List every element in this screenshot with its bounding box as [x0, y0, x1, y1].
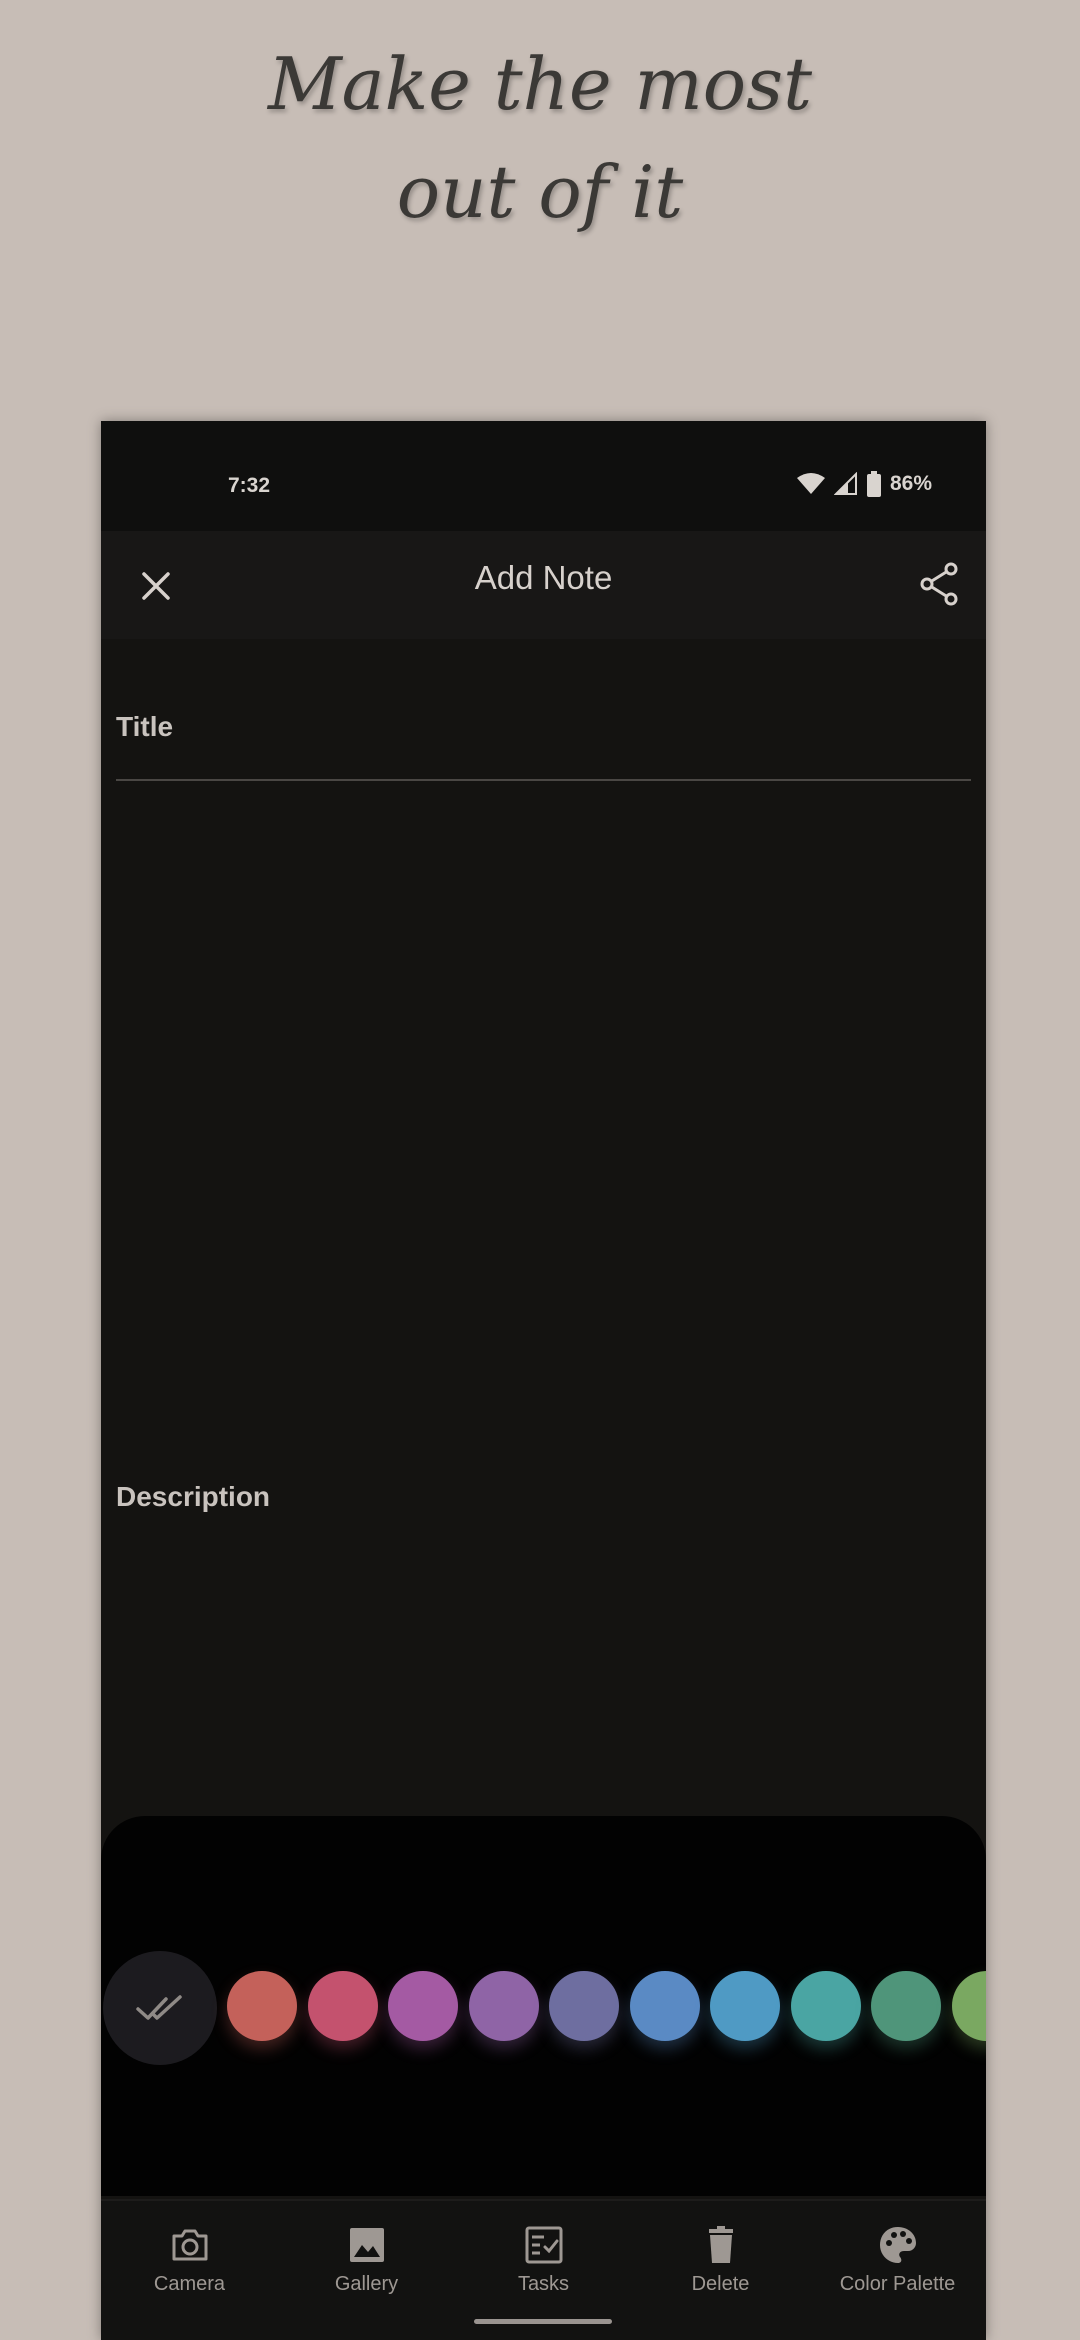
nav-gallery[interactable]: Gallery	[278, 2201, 455, 2321]
battery-percent: 86%	[889, 472, 932, 495]
color-swatch[interactable]	[227, 1971, 297, 2041]
status-icons: 86%	[796, 471, 932, 497]
gallery-icon	[349, 2228, 384, 2262]
color-swatch[interactable]	[468, 1971, 539, 2041]
app-bar: Add Note	[101, 531, 986, 639]
nav-camera[interactable]: Camera	[101, 2201, 278, 2321]
wifi-icon	[796, 473, 825, 494]
camera-icon	[172, 2229, 207, 2261]
nav-tasks[interactable]: Tasks	[455, 2201, 632, 2321]
signal-icon	[833, 472, 857, 495]
nav-tasks-label: Tasks	[517, 2273, 570, 2295]
description-field	[116, 1481, 971, 1541]
color-swatch[interactable]	[388, 1971, 458, 2041]
page-title: Add Note	[474, 559, 613, 596]
share-icon	[920, 562, 958, 606]
palette-icon	[879, 2227, 916, 2263]
phone-screen: 7:32 86% Add Note Title Description Came…	[101, 421, 986, 2340]
description-input[interactable]	[116, 1481, 971, 1513]
color-swatch[interactable]	[629, 1971, 700, 2041]
color-swatch[interactable]	[549, 1971, 619, 2041]
nav-color-palette-label: Color Palette	[839, 2273, 956, 2295]
color-swatch[interactable]	[710, 1971, 780, 2041]
color-swatch[interactable]	[790, 1971, 861, 2041]
home-indicator[interactable]	[474, 2319, 612, 2324]
title-input[interactable]	[116, 711, 971, 743]
promo-headline: Make the most out of it	[0, 30, 1080, 246]
status-time: 7:32	[228, 474, 271, 497]
color-swatch[interactable]	[307, 1971, 378, 2041]
nav-color-palette[interactable]: Color Palette	[809, 2201, 986, 2321]
nav-delete-label: Delete	[691, 2273, 750, 2295]
tasks-icon	[525, 2226, 562, 2264]
double-check-icon	[136, 1995, 182, 2020]
battery-icon	[866, 471, 881, 497]
status-bar: 7:32 86%	[101, 421, 986, 531]
title-field	[116, 689, 971, 781]
color-swatch[interactable]	[871, 1971, 941, 2041]
promo-line-2: out of it	[396, 150, 684, 234]
confirm-color-button[interactable]	[103, 1951, 217, 2065]
share-button[interactable]	[912, 557, 966, 611]
promo-line-1: Make the most	[267, 42, 813, 126]
nav-camera-label: Camera	[153, 2273, 226, 2295]
nav-delete[interactable]: Delete	[632, 2201, 809, 2321]
nav-gallery-label: Gallery	[334, 2273, 399, 2295]
delete-icon	[708, 2226, 733, 2263]
